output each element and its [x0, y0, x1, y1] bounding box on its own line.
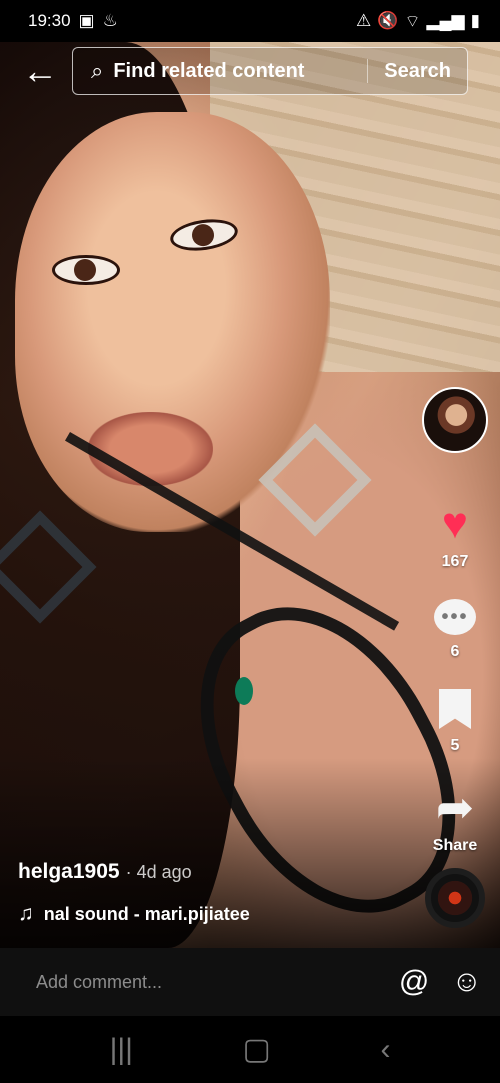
- status-bar: 19:30 ▣ ♨ ⚠ 🔇 ⌔ ▂▄▆ ▮: [0, 0, 500, 42]
- bookmark-icon: [439, 689, 471, 729]
- save-count: 5: [450, 737, 460, 754]
- time-display: 19:30: [28, 11, 71, 30]
- video-caption: helga1905 · 4d ago ♫ nal sound - mari.pi…: [18, 860, 418, 926]
- sound-disc[interactable]: [425, 868, 485, 928]
- battery-icon: ▮: [470, 11, 480, 30]
- like-count: 167: [441, 553, 469, 570]
- heart-icon: ♥: [441, 499, 469, 548]
- recents-icon[interactable]: |||: [110, 1033, 133, 1067]
- lips-shape: [88, 412, 213, 486]
- back-navigation-icon[interactable]: ‹: [380, 1033, 390, 1067]
- action-rail: ♥ 167 ••• 6 5 ➦ Share: [422, 387, 488, 855]
- username[interactable]: helga1905: [18, 860, 120, 884]
- search-placeholder: Find related content: [113, 59, 305, 82]
- sound-title: nal sound - mari.pijiatee: [43, 903, 250, 924]
- author-line: helga1905 · 4d ago: [18, 860, 418, 884]
- comment-input[interactable]: Add comment...: [36, 972, 377, 993]
- sound-line[interactable]: ♫ nal sound - mari.pijiatee: [18, 902, 418, 926]
- share-icon: ➦: [435, 781, 475, 833]
- usb-icon: ♨: [102, 11, 118, 30]
- at-icon[interactable]: @: [399, 965, 429, 999]
- search-button[interactable]: Search: [384, 60, 451, 83]
- share-label: Share: [432, 837, 478, 854]
- music-note-icon: ♫: [18, 902, 34, 925]
- mute-icon: 🔇: [377, 11, 399, 30]
- status-right: ⚠ 🔇 ⌔ ▂▄▆ ▮: [356, 11, 480, 32]
- signal-icon: ▂▄▆: [426, 11, 465, 30]
- image-icon: ▣: [78, 11, 95, 30]
- status-left: 19:30 ▣ ♨: [28, 11, 118, 31]
- posted-time: · 4d ago: [125, 862, 192, 882]
- back-button[interactable]: ←: [20, 51, 60, 91]
- green-pendant: [235, 677, 253, 705]
- save-button[interactable]: 5: [439, 689, 471, 755]
- emoji-icon[interactable]: ☺: [451, 965, 482, 999]
- creator-avatar[interactable]: [422, 387, 488, 453]
- android-navigation-bar: ||| ▢ ‹: [0, 1016, 500, 1083]
- share-button[interactable]: ➦ Share: [432, 781, 478, 855]
- left-eye: [52, 255, 120, 285]
- search-icon: ⌕: [91, 58, 104, 83]
- comment-button[interactable]: ••• 6: [434, 599, 476, 661]
- wifi-icon: ⌔: [404, 11, 421, 31]
- comment-count: 6: [450, 643, 460, 660]
- like-button[interactable]: ♥ 167: [441, 499, 469, 571]
- home-icon[interactable]: ▢: [243, 1032, 271, 1067]
- comment-bar: Add comment... @ ☺: [0, 948, 500, 1016]
- comment-icon: •••: [434, 599, 476, 635]
- battery-saver-icon: ⚠: [356, 11, 372, 30]
- search-header: ← ⌕ Find related content Search: [20, 46, 482, 96]
- search-field[interactable]: ⌕ Find related content Search: [72, 47, 468, 95]
- search-divider: [367, 59, 369, 83]
